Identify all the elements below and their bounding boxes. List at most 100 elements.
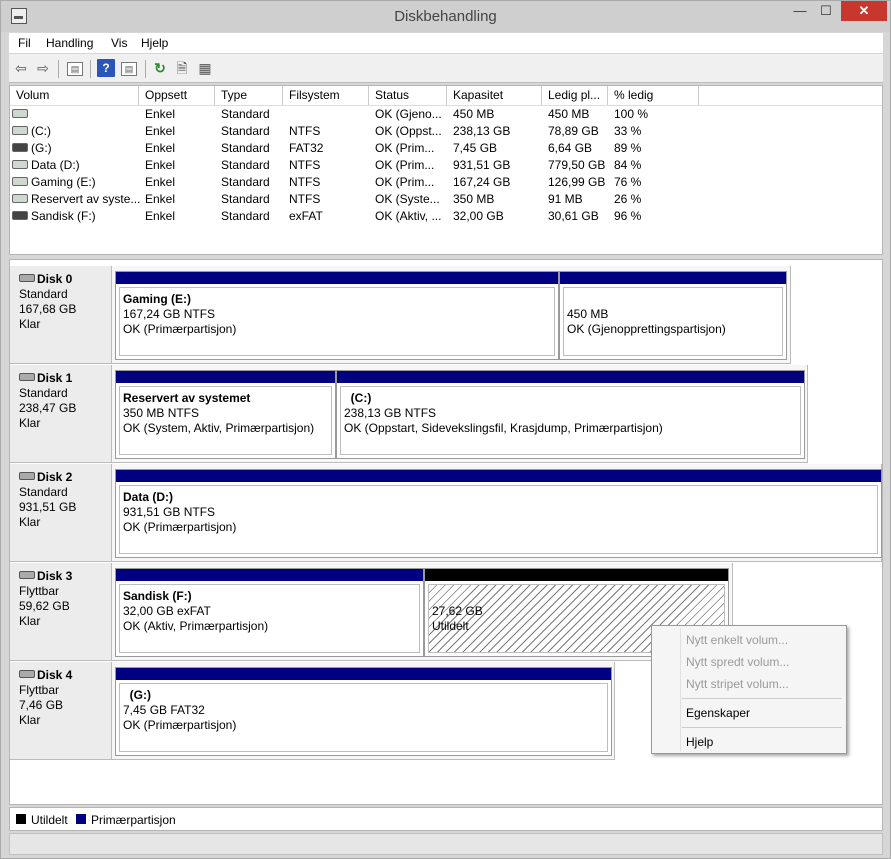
hard-disk-icon	[19, 373, 35, 382]
help-icon[interactable]: ?	[97, 59, 115, 77]
cell-filesystem: NTFS	[289, 124, 321, 138]
partition-name: Reservert av systemet	[123, 391, 251, 405]
column-header-layout[interactable]: Oppsett	[139, 86, 215, 105]
cell-layout: Enkel	[145, 192, 176, 206]
partition-c[interactable]: (C:) 238,13 GB NTFS OK (Oppstart, Sideve…	[336, 370, 805, 459]
disk-type: Standard	[19, 485, 68, 499]
partition-status: OK (System, Aktiv, Primærpartisjon)	[123, 421, 315, 435]
menu-gutter	[680, 628, 681, 751]
cell-status: OK (Gjeno...	[375, 107, 442, 121]
table-row[interactable]: (C:) Enkel Standard NTFS OK (Oppst... 23…	[10, 123, 882, 140]
disk-size: 167,68 GB	[19, 302, 77, 316]
removable-volume-icon	[12, 211, 28, 221]
cell-layout: Enkel	[145, 107, 176, 121]
volume-list: Volum Oppsett Type Filsystem Status Kapa…	[9, 85, 883, 255]
disk-state: Klar	[19, 713, 41, 727]
refresh-icon[interactable]: ↻	[151, 59, 169, 77]
partition-name: Data (D:)	[123, 490, 173, 504]
volume-icon	[12, 160, 28, 170]
partition-size: 450 MB	[567, 307, 609, 321]
table-row[interactable]: (G:) Enkel Standard FAT32 OK (Prim... 7,…	[10, 140, 882, 157]
disk-management-window: Diskbehandling — ☐ ✕ Fil Handling Vis Hj…	[0, 0, 891, 859]
disk-type: Flyttbar	[19, 584, 60, 598]
partition-sandisk[interactable]: Sandisk (F:) 32,00 GB exFAT OK (Aktiv, P…	[115, 568, 424, 657]
partition-system-reserved[interactable]: Reservert av systemet 350 MB NTFS OK (Sy…	[115, 370, 336, 459]
partition-gaming[interactable]: Gaming (E:) 167,24 GB NTFS OK (Primærpar…	[115, 271, 559, 360]
partition-data[interactable]: Data (D:) 931,51 GB NTFS OK (Primærparti…	[115, 469, 882, 558]
cell-type: Standard	[221, 124, 270, 138]
column-header-type[interactable]: Type	[215, 86, 283, 105]
column-header-status[interactable]: Status	[369, 86, 447, 105]
table-row[interactable]: Sandisk (F:) Enkel Standard exFAT OK (Ak…	[10, 208, 882, 225]
cell-free-space: 78,89 GB	[548, 124, 599, 138]
menu-item-new-striped-volume[interactable]: Nytt stripet volum...	[686, 673, 789, 695]
menu-help[interactable]: Hjelp	[141, 36, 168, 50]
cell-free-space: 30,61 GB	[548, 209, 599, 223]
minimize-button[interactable]: —	[787, 3, 813, 23]
arrow-left-icon[interactable]: ⇦	[12, 59, 30, 77]
disk-label-4[interactable]: Disk 4 Flyttbar 7,46 GB Klar	[10, 662, 112, 760]
partition-size: 238,13 GB NTFS	[344, 406, 437, 420]
properties-pane-icon[interactable]: ▤	[121, 62, 137, 76]
column-header-filesystem[interactable]: Filsystem	[283, 86, 369, 105]
disk-label-3[interactable]: Disk 3 Flyttbar 59,62 GB Klar	[10, 563, 112, 661]
toolbar-separator	[90, 60, 91, 78]
partition-g[interactable]: (G:) 7,45 GB FAT32 OK (Primærpartisjon)	[115, 667, 612, 756]
partition-recovery[interactable]: 450 MB OK (Gjenopprettingspartisjon)	[559, 271, 787, 360]
menu-item-help[interactable]: Hjelp	[686, 731, 713, 753]
cell-free-space: 126,99 GB	[548, 175, 606, 189]
partition-status: OK (Gjenopprettingspartisjon)	[567, 322, 726, 336]
partition-bar	[560, 272, 786, 284]
partition-info: 450 MB OK (Gjenopprettingspartisjon)	[563, 287, 783, 356]
disk-label-0[interactable]: Disk 0 Standard 167,68 GB Klar	[10, 266, 112, 364]
window-title: Diskbehandling	[394, 8, 497, 25]
table-row[interactable]: Gaming (E:) Enkel Standard NTFS OK (Prim…	[10, 174, 882, 191]
disk-label-2[interactable]: Disk 2 Standard 931,51 GB Klar	[10, 464, 112, 562]
close-button[interactable]: ✕	[841, 1, 887, 21]
partition-info: Reservert av systemet 350 MB NTFS OK (Sy…	[119, 386, 332, 455]
disk-row-2: Disk 2 Standard 931,51 GB Klar Data (D:)…	[10, 464, 882, 562]
partition-size: 931,51 GB NTFS	[123, 505, 216, 519]
partition-bar	[116, 371, 335, 383]
column-header-free-space[interactable]: Ledig pl...	[542, 86, 608, 105]
cell-status: OK (Prim...	[375, 175, 435, 189]
cell-free-space: 91 MB	[548, 192, 583, 206]
menu-item-properties[interactable]: Egenskaper	[686, 702, 750, 724]
cell-status: OK (Syste...	[375, 192, 440, 206]
menu-action[interactable]: Handling	[46, 36, 93, 50]
column-header-capacity[interactable]: Kapasitet	[447, 86, 542, 105]
disk-type: Standard	[19, 287, 68, 301]
maximize-button[interactable]: ☐	[813, 3, 839, 23]
table-row[interactable]: Enkel Standard OK (Gjeno... 450 MB 450 M…	[10, 106, 882, 123]
show-hide-console-tree-icon[interactable]: ▤	[67, 62, 83, 76]
partition-name: (G:)	[129, 688, 151, 702]
rescan-disks-icon[interactable]: ▦	[196, 59, 214, 77]
menu-view[interactable]: Vis	[111, 36, 127, 50]
cell-volume: Data (D:)	[31, 158, 80, 172]
primary-partition-swatch	[76, 814, 86, 824]
legend-unallocated: Utildelt	[31, 813, 68, 827]
column-header-volume[interactable]: Volum	[10, 86, 139, 105]
cell-percent-free: 89 %	[614, 141, 642, 155]
partition-info: Sandisk (F:) 32,00 GB exFAT OK (Aktiv, P…	[119, 584, 420, 653]
partition-status: OK (Primærpartisjon)	[123, 322, 237, 336]
disk-name: Disk 3	[37, 569, 73, 583]
disk-type: Flyttbar	[19, 683, 60, 697]
cell-percent-free: 96 %	[614, 209, 642, 223]
menu-item-new-simple-volume[interactable]: Nytt enkelt volum...	[686, 629, 788, 651]
menu-separator	[682, 727, 842, 728]
menu-file[interactable]: Fil	[18, 36, 31, 50]
cell-capacity: 238,13 GB	[453, 124, 511, 138]
properties-icon[interactable]: 🗎	[173, 59, 191, 77]
arrow-right-icon[interactable]: ⇨	[34, 59, 52, 77]
toolbar-separator	[145, 60, 146, 78]
cell-layout: Enkel	[145, 158, 176, 172]
column-header-percent-free[interactable]: % ledig	[608, 86, 699, 105]
cell-status: OK (Oppst...	[375, 124, 442, 138]
disk-size: 59,62 GB	[19, 599, 70, 613]
disk-label-1[interactable]: Disk 1 Standard 238,47 GB Klar	[10, 365, 112, 463]
table-row[interactable]: Data (D:) Enkel Standard NTFS OK (Prim..…	[10, 157, 882, 174]
menu-item-new-spanned-volume[interactable]: Nytt spredt volum...	[686, 651, 789, 673]
disk-name: Disk 0	[37, 272, 73, 286]
table-row[interactable]: Reservert av syste... Enkel Standard NTF…	[10, 191, 882, 208]
